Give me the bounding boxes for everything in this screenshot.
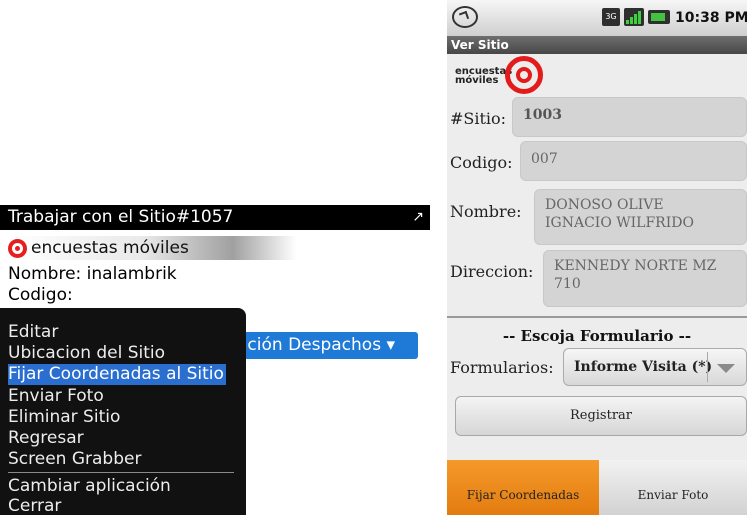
menu-item-editar[interactable]: Editar: [8, 322, 58, 343]
menu-item-cambiar-aplicacion[interactable]: Cambiar aplicación: [8, 476, 171, 497]
section-title: -- Escoja Formulario --: [502, 327, 692, 345]
back-icon[interactable]: [452, 6, 478, 28]
direccion-value-line2: 710: [554, 276, 581, 292]
3g-icon: 3G: [602, 8, 620, 26]
menu-item-cerrar[interactable]: Cerrar: [8, 496, 61, 515]
expand-icon[interactable]: ↗: [412, 205, 424, 230]
status-time: 10:38 PM: [675, 10, 747, 26]
status-bar: 3G 10:38 PM: [447, 0, 747, 36]
select-separator: [707, 352, 708, 382]
codigo-label: Codigo:: [450, 153, 513, 172]
tab-fijar-coordenadas[interactable]: Fijar Coordenadas: [447, 460, 599, 515]
bottom-tab-bar: Fijar Coordenadas Enviar Foto: [447, 460, 747, 515]
menu-item-eliminar-sitio[interactable]: Eliminar Sitio: [8, 407, 120, 428]
battery-icon: [648, 10, 670, 24]
direccion-value-line1: KENNEDY NORTE MZ: [554, 258, 717, 274]
android-screen: 3G 10:38 PM Ver Sitio encuestas móviles …: [447, 0, 747, 515]
target-logo-icon: [8, 239, 27, 258]
signal-icon: [624, 8, 644, 26]
codigo-text: Codigo:: [8, 285, 73, 305]
nombre-text: Nombre: inalambrik: [8, 264, 177, 284]
nombre-value-line2: IGNACIO WILFRIDO: [545, 215, 694, 231]
brand-line2: móviles: [455, 75, 499, 86]
brand-banner: encuestas móviles: [8, 236, 308, 260]
blackberry-screen: Trabajar con el Sitio#1057 ↗ encuestas m…: [0, 205, 430, 515]
form-dropdown[interactable]: ación Despachos ▾: [225, 332, 418, 359]
tab-enviar-foto[interactable]: Enviar Foto: [599, 460, 747, 515]
menu-item-enviar-foto[interactable]: Enviar Foto: [8, 386, 104, 407]
section-divider: [447, 316, 747, 318]
brand-name: encuestas móviles: [31, 238, 189, 258]
codigo-field[interactable]: 007: [520, 141, 747, 181]
nombre-label: Nombre:: [450, 202, 522, 221]
sitio-field[interactable]: 1003: [512, 97, 747, 137]
window-title-text: Trabajar con el Sitio#1057: [8, 207, 234, 227]
menu-separator: [8, 472, 234, 473]
sitio-label: #Sitio:: [450, 109, 507, 128]
menu-item-regresar[interactable]: Regresar: [8, 428, 84, 449]
nombre-value-line1: DONOSO OLIVE: [545, 197, 664, 213]
menu-item-screen-grabber[interactable]: Screen Grabber: [8, 449, 141, 470]
target-logo-icon: [505, 56, 543, 94]
direccion-label: Direccion:: [450, 262, 534, 281]
menu-item-ubicacion[interactable]: Ubicacion del Sitio: [8, 343, 165, 364]
menu-item-fijar-coordenadas[interactable]: Fijar Coordenadas al Sitio: [8, 364, 226, 385]
window-title: Trabajar con el Sitio#1057 ↗: [0, 205, 430, 230]
context-menu: Editar Ubicacion del Sitio Fijar Coorden…: [0, 308, 246, 515]
formularios-label: Formularios:: [450, 358, 554, 377]
direccion-field[interactable]: KENNEDY NORTE MZ 710: [543, 250, 747, 307]
chevron-down-icon[interactable]: [717, 364, 735, 373]
registrar-button[interactable]: Registrar: [455, 396, 747, 436]
brand-logo: encuestas móviles: [453, 56, 543, 94]
nombre-field[interactable]: DONOSO OLIVE IGNACIO WILFRIDO: [534, 189, 747, 245]
app-title: Ver Sitio: [447, 36, 747, 54]
